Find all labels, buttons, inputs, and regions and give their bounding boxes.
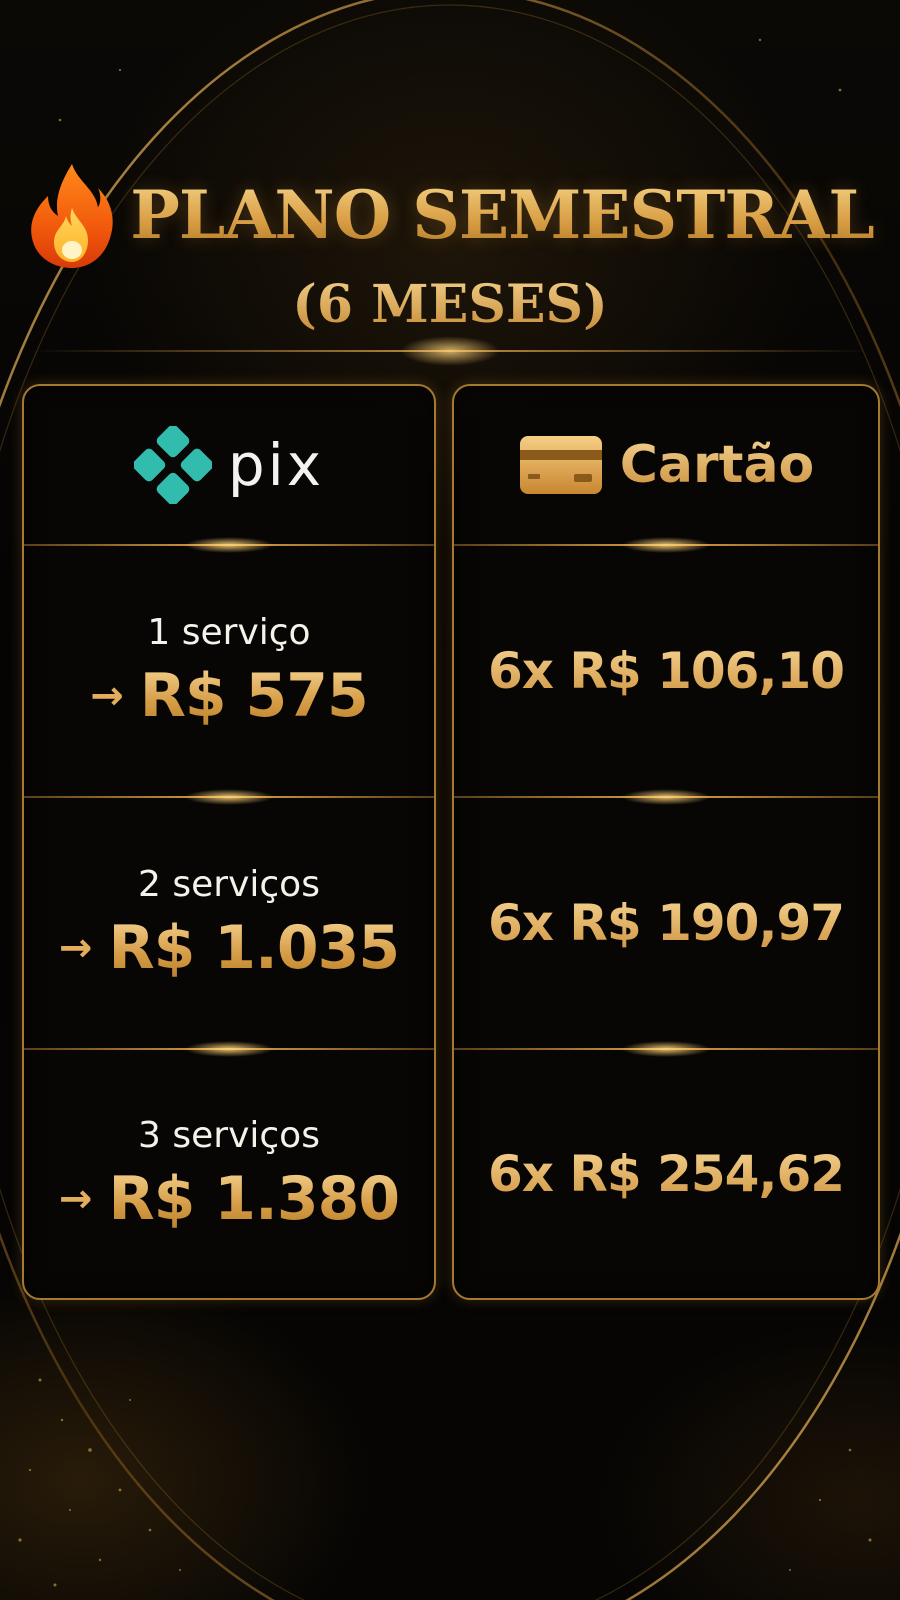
pix-header: pix	[24, 386, 434, 544]
title-divider-glow	[400, 336, 500, 366]
card-price: 6x R$ 254,62	[487, 1145, 845, 1203]
header: PLANO SEMESTRAL (6 MESES)	[0, 160, 900, 335]
card-price: 6x R$ 190,97	[487, 894, 845, 952]
title-line: PLANO SEMESTRAL	[0, 160, 900, 270]
pix-price: R$ 575	[139, 660, 369, 731]
arrow-right-icon: →	[90, 672, 124, 719]
pix-row: 3 serviços → R$ 1.380	[24, 1050, 434, 1298]
card-row: 6x R$ 106,10	[454, 546, 878, 796]
arrow-right-icon: →	[58, 924, 93, 971]
page-subtitle: (6 MESES)	[0, 274, 900, 335]
price-line: → R$ 1.035	[58, 912, 400, 983]
pix-price: R$ 1.035	[108, 912, 400, 983]
pix-row: 1 serviço → R$ 575	[24, 546, 434, 796]
service-label: 1 serviço	[147, 611, 311, 653]
service-label: 3 serviços	[138, 1114, 320, 1156]
card-row: 6x R$ 254,62	[454, 1050, 878, 1298]
pix-logo-icon	[133, 426, 212, 504]
fire-icon	[31, 164, 113, 268]
service-label: 2 serviços	[138, 863, 320, 905]
price-line: → R$ 575	[90, 660, 369, 731]
credit-card-icon	[519, 436, 602, 494]
card-price: 6x R$ 106,10	[487, 642, 845, 700]
pix-row: 2 serviços → R$ 1.035	[24, 798, 434, 1048]
card-panel: Cartão 6x R$ 106,10 6x R$ 190,97 6x R$ 2…	[452, 384, 880, 1300]
card-row: 6x R$ 190,97	[454, 798, 878, 1048]
pix-price: R$ 1.380	[108, 1163, 400, 1234]
card-label: Cartão	[619, 435, 815, 495]
arrow-right-icon: →	[58, 1175, 93, 1222]
pix-label: pix	[227, 431, 325, 499]
pix-panel: pix 1 serviço → R$ 575 2 serviços → R$ 1…	[22, 384, 436, 1300]
page-title: PLANO SEMESTRAL	[130, 176, 875, 254]
price-line: → R$ 1.380	[58, 1163, 400, 1234]
card-header: Cartão	[454, 386, 878, 544]
